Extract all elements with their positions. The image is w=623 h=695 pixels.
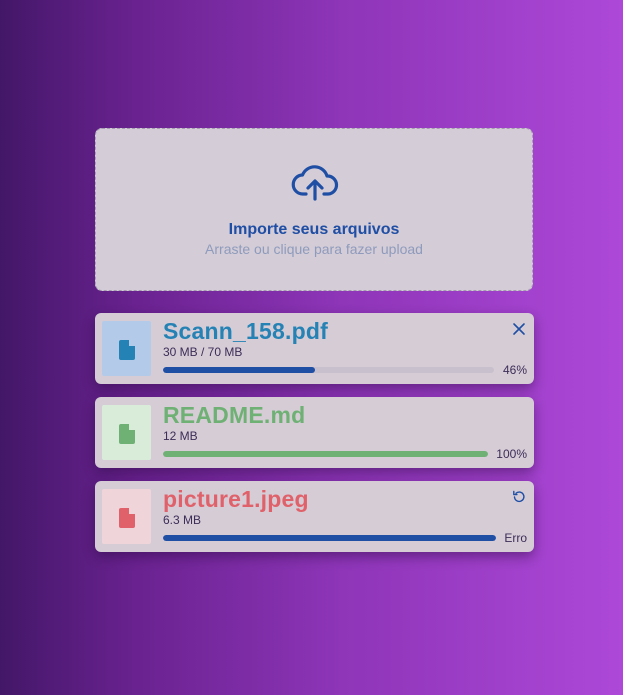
- file-name: picture1.jpeg: [163, 486, 309, 512]
- progress-label: 46%: [502, 363, 527, 377]
- progress-fill: [163, 367, 316, 373]
- close-icon: [513, 323, 525, 335]
- cloud-upload-icon: [291, 165, 339, 201]
- upload-dropzone[interactable]: Importe seus arquivos Arraste ou clique …: [95, 128, 533, 291]
- file-item: picture1.jpeg 6.3 MB Erro: [95, 481, 534, 552]
- file-item: README.md 12 MB 100%: [95, 397, 534, 468]
- progress-fill: [163, 451, 488, 457]
- progress-bar: [163, 535, 496, 541]
- progress-label: 100%: [496, 447, 527, 461]
- retry-upload-button[interactable]: [512, 490, 526, 504]
- file-size: 12 MB: [163, 429, 198, 443]
- file-icon: [119, 508, 135, 528]
- progress-bar: [163, 451, 488, 457]
- progress-fill: [163, 535, 496, 541]
- progress-label: Erro: [504, 531, 527, 545]
- file-icon: [119, 424, 135, 444]
- file-thumbnail: [102, 405, 151, 460]
- file-item: Scann_158.pdf 30 MB / 70 MB 46%: [95, 313, 534, 384]
- progress-bar: [163, 367, 494, 373]
- file-name: README.md: [163, 402, 306, 428]
- remove-file-button[interactable]: [512, 322, 526, 336]
- file-size: 30 MB / 70 MB: [163, 345, 243, 359]
- file-name: Scann_158.pdf: [163, 318, 328, 344]
- file-thumbnail: [102, 321, 151, 376]
- file-icon: [119, 340, 135, 360]
- dropzone-title: Importe seus arquivos: [228, 221, 400, 238]
- dropzone-subtitle: Arraste ou clique para fazer upload: [205, 241, 423, 257]
- file-size: 6.3 MB: [163, 513, 202, 527]
- file-thumbnail: [102, 489, 151, 544]
- retry-icon: [513, 490, 525, 503]
